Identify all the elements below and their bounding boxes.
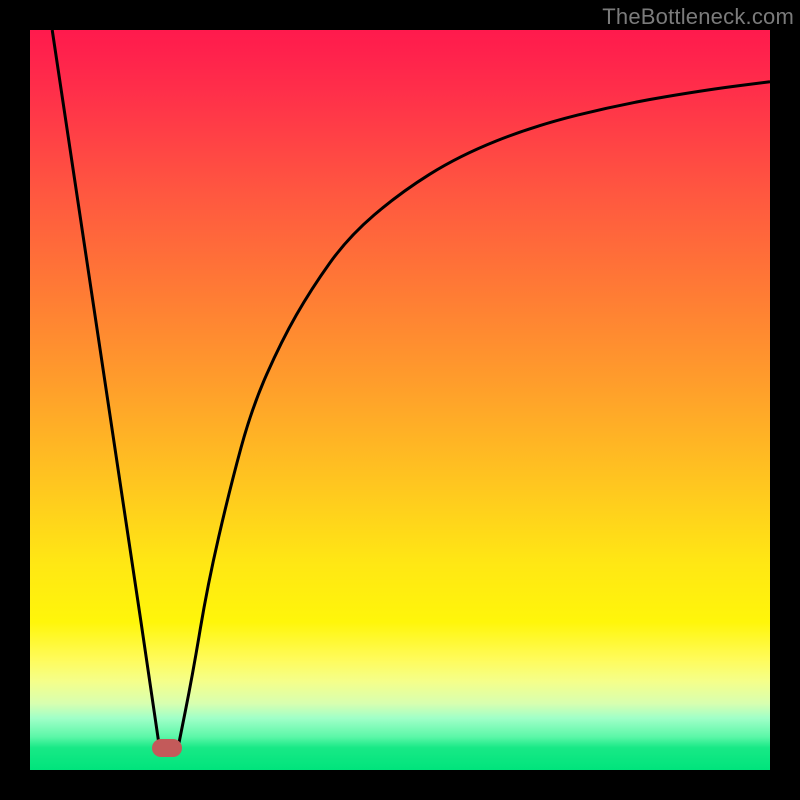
left-branch-path <box>52 30 159 748</box>
chart-curve <box>30 30 770 770</box>
right-branch-path <box>178 82 770 748</box>
watermark-text: TheBottleneck.com <box>602 4 794 30</box>
chart-plot-area <box>30 30 770 770</box>
chart-frame: TheBottleneck.com <box>0 0 800 800</box>
optimum-marker <box>152 739 182 757</box>
